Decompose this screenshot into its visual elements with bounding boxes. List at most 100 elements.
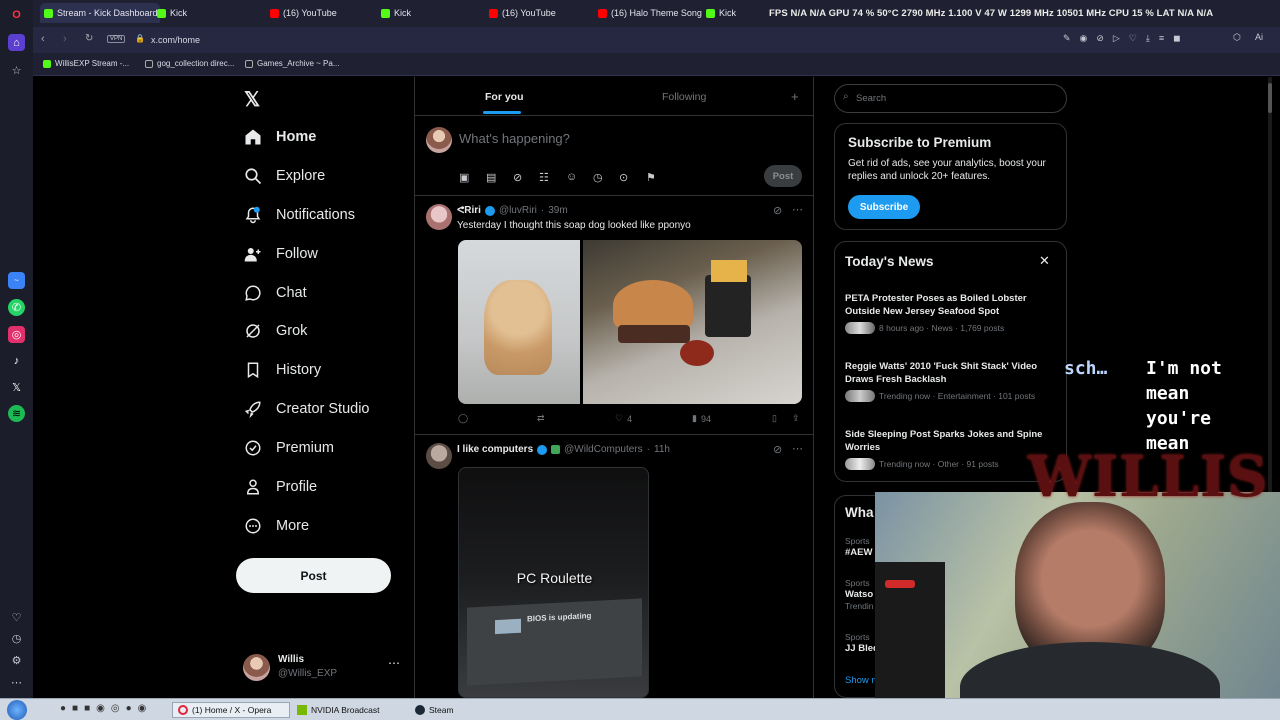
trend-item[interactable]: Sports #AEW bbox=[845, 536, 872, 559]
start-button[interactable] bbox=[7, 700, 27, 720]
nav-profile[interactable]: Profile bbox=[244, 475, 317, 499]
compose-post-button[interactable]: Post bbox=[764, 165, 802, 187]
x-icon[interactable]: 𝕏 bbox=[8, 379, 25, 396]
x-logo-icon[interactable]: 𝕏 bbox=[244, 87, 260, 112]
vpn-badge[interactable]: VPN bbox=[107, 35, 126, 43]
bookmark-0[interactable]: WillisEXP Stream -... bbox=[43, 59, 129, 68]
tweet-avatar[interactable] bbox=[426, 204, 452, 230]
taskbar-item[interactable]: Steam bbox=[410, 702, 470, 718]
ai-icon[interactable]: Ai bbox=[1255, 32, 1263, 42]
back-icon[interactable]: ‹ bbox=[41, 33, 45, 45]
tiktok-icon[interactable]: ♪ bbox=[8, 352, 25, 369]
nav-label: Premium bbox=[276, 440, 335, 456]
tab-following[interactable]: Following bbox=[662, 91, 706, 103]
bookmark-2[interactable]: Games_Archive ~ Pa... bbox=[245, 59, 339, 68]
post-button[interactable]: Post bbox=[236, 558, 391, 593]
nav-home[interactable]: Home bbox=[244, 125, 316, 149]
share-button[interactable]: ⇪ bbox=[792, 413, 800, 424]
home-icon[interactable]: ⌂ bbox=[8, 34, 25, 51]
url-field[interactable]: x.com/home bbox=[151, 35, 200, 45]
emoji-icon[interactable]: ☺ bbox=[566, 171, 578, 183]
tab-1[interactable]: Kick bbox=[153, 3, 263, 23]
reload-icon[interactable]: ↻ bbox=[85, 33, 93, 44]
gif-icon[interactable]: ▤ bbox=[486, 171, 498, 184]
search-input[interactable]: ⌕ Search bbox=[834, 84, 1067, 113]
close-icon[interactable]: ✕ bbox=[1039, 253, 1050, 269]
image-icon[interactable]: ▣ bbox=[459, 171, 471, 184]
tweet-author[interactable]: ᕙRiri bbox=[457, 205, 481, 216]
tab-0[interactable]: Stream - Kick Dashboard bbox=[40, 3, 160, 23]
bookmark-button[interactable]: ▯ bbox=[772, 413, 777, 424]
account-switcher[interactable]: Willis @Willis_EXP ⋯ bbox=[243, 652, 403, 684]
whatsapp-icon[interactable]: ✆ bbox=[8, 299, 25, 316]
history-icon[interactable]: ◷ bbox=[8, 630, 25, 647]
instagram-icon[interactable]: ◎ bbox=[8, 326, 25, 343]
location-icon[interactable]: ⊙ bbox=[619, 171, 631, 184]
grok-icon[interactable]: ⊘ bbox=[773, 443, 782, 456]
nav-grok[interactable]: Grok bbox=[244, 319, 307, 343]
tweet-handle[interactable]: @WildComputers bbox=[564, 444, 643, 455]
like-button[interactable]: ♡ 4 bbox=[615, 413, 632, 424]
trend-item[interactable]: Sports Watso Trendin bbox=[845, 578, 874, 611]
tweet-image-burger[interactable] bbox=[583, 240, 802, 404]
heart-icon[interactable]: ♡ bbox=[8, 609, 25, 626]
taskbar-item[interactable]: NVIDIA Broadcast bbox=[292, 702, 407, 718]
star-icon[interactable]: ☆ bbox=[8, 62, 25, 79]
nav-follow[interactable]: Follow bbox=[244, 242, 318, 266]
tab-5[interactable]: (16) Halo Theme Song Li bbox=[594, 3, 702, 23]
add-tab-icon[interactable]: + bbox=[791, 89, 799, 104]
tweet-avatar[interactable] bbox=[426, 443, 452, 469]
tweet-time[interactable]: 39m bbox=[548, 205, 567, 216]
reply-button[interactable]: ◯ bbox=[458, 413, 468, 424]
settings-icon[interactable]: ⚙ bbox=[8, 652, 25, 669]
flag-icon[interactable]: ⚑ bbox=[646, 171, 658, 184]
trend-item[interactable]: Sports JJ Bled bbox=[845, 632, 879, 655]
news-item[interactable]: Reggie Watts' 2010 'Fuck Shit Stack' Vid… bbox=[845, 360, 1060, 402]
toolbar-icons[interactable]: ✎◉⊘▷♡⤓≡◼ bbox=[1063, 33, 1190, 44]
poll-icon[interactable]: ☷ bbox=[539, 171, 551, 184]
more-icon[interactable]: ⋯ bbox=[792, 442, 803, 455]
subscribe-button[interactable]: Subscribe bbox=[848, 195, 920, 219]
news-item[interactable]: PETA Protester Poses as Boiled Lobster O… bbox=[845, 292, 1060, 334]
tweet[interactable]: ᕙRiri @luvRiri · 39m ⊘ ⋯ Yesterday I tho… bbox=[415, 196, 813, 434]
more-icon[interactable]: ⋯ bbox=[8, 674, 25, 691]
nav-creator-studio[interactable]: Creator Studio bbox=[244, 397, 370, 421]
nav-explore[interactable]: Explore bbox=[244, 164, 325, 188]
views-button[interactable]: ▮ 94 bbox=[692, 413, 711, 424]
nav-more[interactable]: More bbox=[244, 514, 309, 538]
grok-icon[interactable]: ⊘ bbox=[513, 171, 525, 184]
nav-chat[interactable]: Chat bbox=[244, 281, 307, 305]
extensions-icon[interactable]: ⬡ bbox=[1233, 32, 1241, 43]
tweet-author[interactable]: I like computers bbox=[457, 444, 533, 455]
tab-4[interactable]: (16) YouTube bbox=[485, 3, 593, 23]
bookmark-1[interactable]: gog_collection direc... bbox=[145, 59, 234, 68]
nav-notifications[interactable]: Notifications bbox=[244, 203, 355, 227]
messenger-icon[interactable]: ~ bbox=[8, 272, 25, 289]
nav-history[interactable]: History bbox=[244, 358, 321, 382]
tweet-handle[interactable]: @luvRiri bbox=[499, 205, 537, 216]
tweet-video[interactable]: PC Roulette BIOS is updating bbox=[458, 467, 649, 698]
spotify-icon[interactable]: ≋ bbox=[8, 405, 25, 422]
tweet-time[interactable]: 11h bbox=[654, 444, 670, 455]
tab-2[interactable]: (16) YouTube bbox=[266, 3, 376, 23]
repost-button[interactable]: ⇄ bbox=[537, 413, 545, 424]
nav-label: Explore bbox=[276, 168, 326, 184]
more-icon[interactable]: ⋯ bbox=[388, 656, 400, 670]
more-icon[interactable]: ⋯ bbox=[792, 203, 803, 216]
scrollbar-thumb[interactable] bbox=[1268, 83, 1272, 113]
compose-input[interactable]: What's happening? bbox=[459, 131, 570, 146]
schedule-icon[interactable]: ◷ bbox=[593, 171, 605, 184]
quick-launch-icons[interactable]: ●■■◉◎●◉ bbox=[60, 703, 152, 714]
opera-logo-icon[interactable]: O bbox=[8, 6, 25, 23]
tweet[interactable]: I like computers @WildComputers · 11h ⊘ … bbox=[415, 435, 813, 698]
tab-6[interactable]: Kick bbox=[702, 3, 762, 23]
tweet-image-soap-dog[interactable] bbox=[458, 240, 580, 404]
news-meta: Trending now · Entertainment · 101 posts bbox=[879, 391, 1036, 401]
kick-icon bbox=[44, 8, 53, 18]
taskbar-item[interactable]: (1) Home / X - Opera bbox=[172, 702, 290, 718]
forward-icon[interactable]: › bbox=[63, 33, 67, 45]
nav-premium[interactable]: Premium bbox=[244, 436, 334, 460]
tab-3[interactable]: Kick bbox=[377, 3, 482, 23]
grok-icon[interactable]: ⊘ bbox=[773, 204, 782, 217]
tab-for-you[interactable]: For you bbox=[485, 91, 524, 103]
